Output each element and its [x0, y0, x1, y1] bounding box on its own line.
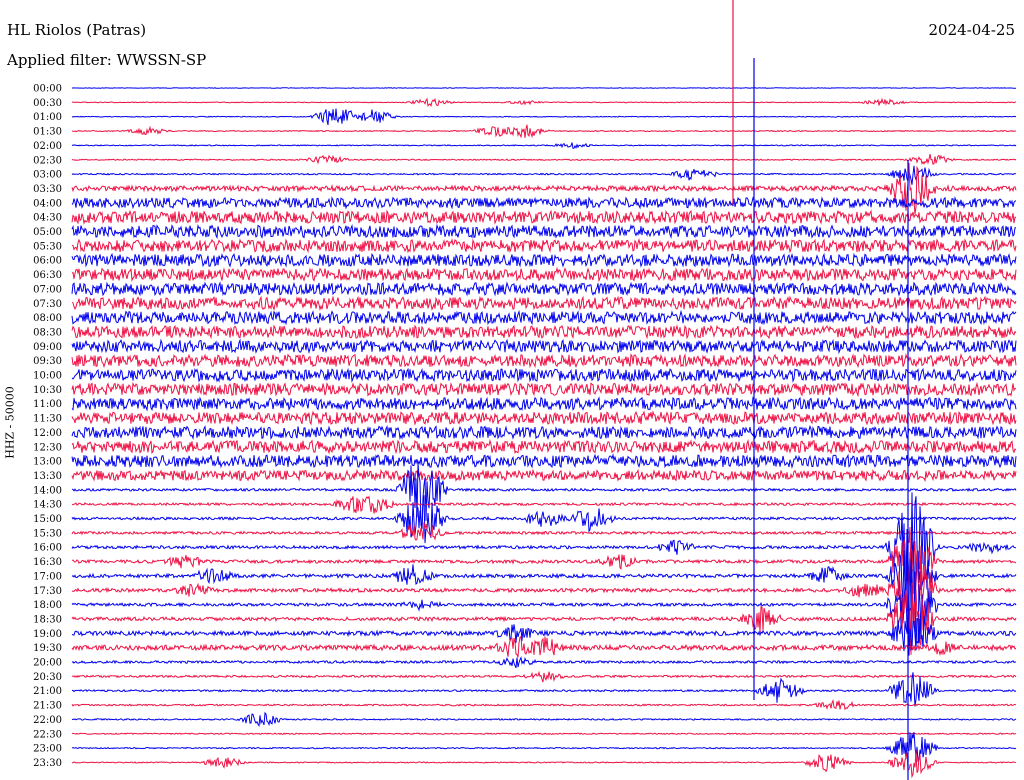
- row-time-label: 21:30: [33, 701, 62, 712]
- row-time-label: 17:00: [33, 571, 62, 582]
- trace-20:30: [71, 670, 1017, 683]
- row-time-label: 11:00: [33, 399, 62, 410]
- row-time-label: 00:30: [33, 98, 62, 109]
- seismogram-plot: 00:00 00:30 01:00 01:30 02:00 02:30 03:00 03:30…: [33, 0, 1017, 780]
- trace-14:30: [71, 495, 1017, 514]
- row-time-label: 05:30: [33, 241, 62, 252]
- row-time-label: 02:30: [33, 155, 62, 166]
- row-time-label: 05:00: [33, 227, 62, 238]
- trace-01:30: [71, 124, 1017, 139]
- trace-04:00: [71, 196, 1017, 210]
- trace-05:00: [71, 223, 1017, 240]
- trace-04:30: [71, 209, 1017, 225]
- row-time-label: 09:30: [33, 356, 62, 367]
- row-time-label: 23:30: [33, 758, 62, 769]
- trace-02:00: [71, 142, 1017, 150]
- row-time-label: 13:00: [33, 457, 62, 468]
- row-time-label: 12:00: [33, 428, 62, 439]
- trace-17:00: [71, 541, 1017, 611]
- row-time-label: 01:00: [33, 112, 62, 123]
- trace-10:00: [71, 367, 1017, 383]
- trace-12:30: [71, 438, 1017, 455]
- trace-01:00: [71, 108, 1017, 126]
- trace-13:30: [71, 468, 1017, 483]
- row-time-label: 23:00: [33, 744, 62, 755]
- trace-05:30: [71, 238, 1017, 254]
- row-time-label: 04:00: [33, 198, 62, 209]
- row-time-label: 00:00: [33, 84, 62, 95]
- row-time-label: 08:00: [33, 313, 62, 324]
- trace-08:30: [71, 324, 1017, 340]
- row-time-label: 14:30: [33, 500, 62, 511]
- trace-06:00: [71, 252, 1017, 268]
- row-time-label: 17:30: [33, 586, 62, 597]
- row-time-label: 15:00: [33, 514, 62, 525]
- row-time-label: 15:30: [33, 528, 62, 539]
- trace-07:30: [71, 295, 1017, 312]
- row-time-label: 08:30: [33, 327, 62, 338]
- trace-11:30: [71, 410, 1017, 426]
- trace-15:00: [71, 495, 1017, 544]
- trace-10:30: [71, 381, 1017, 398]
- trace-20:00: [71, 656, 1017, 669]
- trace-11:00: [71, 396, 1017, 412]
- trace-03:00: [71, 165, 1017, 185]
- row-time-label: 01:30: [33, 127, 62, 138]
- trace-13:00: [71, 453, 1017, 469]
- row-time-label: 02:00: [33, 141, 62, 152]
- row-time-label: 18:30: [33, 614, 62, 625]
- row-time-label: 11:30: [33, 414, 62, 425]
- row-time-label: 03:30: [33, 184, 62, 195]
- row-time-label: 10:00: [33, 371, 62, 382]
- trace-02:30: [71, 153, 1017, 165]
- trace-22:30: [71, 732, 1017, 736]
- row-time-label: 22:00: [33, 715, 62, 726]
- trace-15:30: [71, 522, 1017, 541]
- trace-23:30: [71, 750, 1017, 779]
- row-time-label: 19:00: [33, 629, 62, 640]
- trace-07:00: [71, 281, 1017, 297]
- row-time-label: 04:30: [33, 213, 62, 224]
- row-time-label: 06:00: [33, 256, 62, 267]
- row-time-label: 14:00: [33, 485, 62, 496]
- trace-12:00: [71, 424, 1017, 440]
- row-time-label: 12:30: [33, 442, 62, 453]
- row-time-label: 20:30: [33, 672, 62, 683]
- trace-19:30: [71, 635, 1017, 658]
- row-time-label: 07:30: [33, 299, 62, 310]
- trace-18:30: [71, 582, 1017, 655]
- trace-09:00: [71, 338, 1017, 355]
- trace-16:30: [71, 527, 1017, 595]
- helicorder-chart: HL Riolos (Patras) Applied filter: WWSSN…: [0, 0, 1024, 780]
- row-time-label: 09:00: [33, 342, 62, 353]
- trace-08:00: [71, 309, 1017, 326]
- row-time-label: 22:30: [33, 729, 62, 740]
- row-time-label: 21:00: [33, 686, 62, 697]
- row-time-label: 06:30: [33, 270, 62, 281]
- row-time-label: 10:30: [33, 385, 62, 396]
- trace-00:30: [71, 97, 1017, 108]
- row-time-label: 20:00: [33, 658, 62, 669]
- row-time-label: 07:00: [33, 284, 62, 295]
- trace-23:00: [71, 732, 1017, 762]
- row-time-label: 18:00: [33, 600, 62, 611]
- row-time-label: 03:00: [33, 170, 62, 181]
- trace-21:30: [71, 698, 1017, 711]
- trace-06:30: [71, 266, 1017, 283]
- row-time-label: 13:30: [33, 471, 62, 482]
- trace-03:30: [71, 162, 1017, 215]
- trace-22:00: [71, 711, 1017, 728]
- trace-09:30: [71, 353, 1017, 369]
- trace-00:00: [71, 87, 1017, 89]
- row-time-label: 16:00: [33, 543, 62, 554]
- row-time-label: 16:30: [33, 557, 62, 568]
- row-time-label: 19:30: [33, 643, 62, 654]
